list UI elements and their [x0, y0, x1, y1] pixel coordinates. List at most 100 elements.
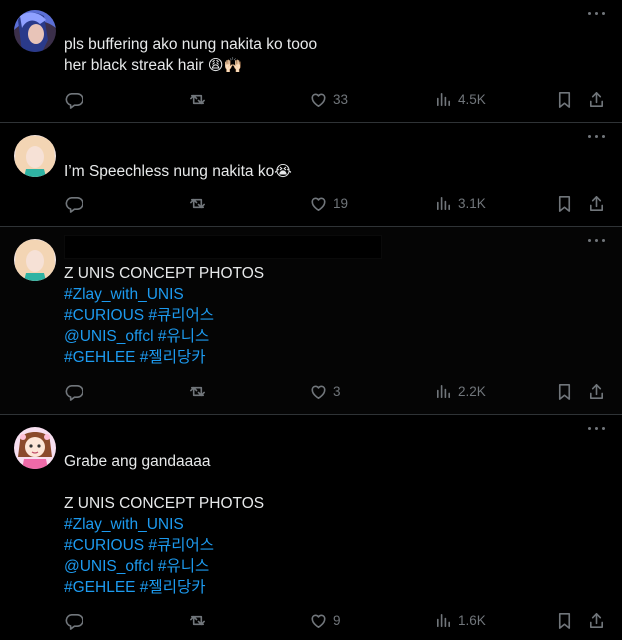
hashtag-link[interactable]: #Zlay_with_UNIS — [64, 516, 184, 533]
like-button[interactable]: 9 — [309, 609, 341, 631]
tweet-text: Grabe ang gandaaaa Z UNIS CONCEPT PHOTOS #… — [64, 451, 264, 598]
tweet-line: #GEHLEE #젤리당카 — [64, 347, 264, 368]
tweet-line: @UNIS_offcl #유니스 — [64, 556, 264, 577]
bookmark-button[interactable] — [555, 380, 574, 402]
more-icon[interactable] — [588, 423, 606, 433]
reply-button[interactable] — [64, 192, 83, 214]
like-button[interactable]: 3 — [309, 380, 341, 402]
reply-button[interactable] — [64, 88, 83, 110]
share-icon — [587, 611, 606, 630]
tweet-text-segment: I’m Speechless nung nakita ko — [64, 163, 275, 180]
reply-icon — [64, 611, 83, 630]
tweet-text-segment: Z UNIS CONCEPT PHOTOS — [64, 265, 265, 282]
bookmark-icon — [555, 611, 574, 630]
likes-count: 9 — [333, 612, 341, 628]
share-icon — [587, 194, 606, 213]
retweet-button[interactable] — [188, 609, 207, 631]
like-button[interactable]: 19 — [309, 192, 348, 214]
tweet-line: #Zlay_with_UNIS — [64, 514, 264, 535]
hashtag-link[interactable]: #Zlay_with_UNIS — [64, 286, 184, 303]
hashtag-link[interactable]: #CURIOUS #큐리어스 — [64, 307, 214, 324]
tweet-line: #CURIOUS #큐리어스 — [64, 535, 264, 556]
avatar[interactable] — [14, 135, 56, 177]
share-icon — [587, 90, 606, 109]
retweet-button[interactable] — [188, 192, 207, 214]
share-button[interactable] — [587, 380, 606, 402]
views-icon — [434, 194, 453, 213]
more-icon[interactable] — [588, 131, 606, 141]
hashtag-link[interactable]: #GEHLEE #젤리당카 — [64, 579, 205, 596]
tweet-line: #CURIOUS #큐리어스 — [64, 305, 264, 326]
emoji: 😩🙌🏻 — [207, 56, 243, 74]
tweet[interactable]: pls buffering ako nung nakita ko tooo her… — [0, 0, 622, 123]
more-icon[interactable] — [588, 235, 606, 245]
emoji: 😭 — [274, 162, 292, 180]
reply-icon — [64, 194, 83, 213]
views-button[interactable]: 1.6K — [434, 609, 486, 631]
avatar[interactable] — [14, 10, 56, 52]
tweet-line: I’m Speechless nung nakita ko😭 — [64, 161, 292, 182]
tweet-text-segment: Grabe ang gandaaaa — [64, 453, 211, 470]
hashtag-link[interactable]: @UNIS_offcl #유니스 — [64, 328, 209, 345]
bookmark-button[interactable] — [555, 609, 574, 631]
bookmark-icon — [555, 194, 574, 213]
bookmark-icon — [555, 90, 574, 109]
views-button[interactable]: 3.1K — [434, 192, 486, 214]
views-button[interactable]: 4.5K — [434, 88, 486, 110]
share-button[interactable] — [587, 192, 606, 214]
reply-button[interactable] — [64, 609, 83, 631]
tweet[interactable]: Grabe ang gandaaaa Z UNIS CONCEPT PHOTOS #… — [0, 415, 622, 640]
likes-count: 33 — [333, 91, 349, 107]
views-count: 3.1K — [458, 195, 486, 211]
tweet-text-segment: her black streak hair — [64, 57, 208, 74]
like-button[interactable]: 33 — [309, 88, 348, 110]
retweet-button[interactable] — [188, 380, 207, 402]
like-icon — [309, 194, 328, 213]
likes-count: 3 — [333, 383, 341, 399]
tweet-text: I’m Speechless nung nakita ko😭 — [64, 161, 292, 182]
tweet-text: Z UNIS CONCEPT PHOTOS #Zlay_with_UNIS #CUR… — [64, 263, 264, 368]
tweet-line: #Zlay_with_UNIS — [64, 284, 264, 305]
tweet-text-segment: pls buffering ako nung nakita ko tooo — [64, 36, 318, 53]
views-button[interactable]: 2.2K — [434, 380, 486, 402]
tweet[interactable]: Z UNIS CONCEPT PHOTOS #Zlay_with_UNIS #CUR… — [0, 227, 622, 415]
tweet-line: pls buffering ako nung nakita ko tooo — [64, 34, 317, 55]
tweet[interactable]: I’m Speechless nung nakita ko😭 19 3.1K — [0, 123, 622, 227]
share-icon — [587, 382, 606, 401]
reply-button[interactable] — [64, 380, 83, 402]
views-icon — [434, 611, 453, 630]
tweet-line: @UNIS_offcl #유니스 — [64, 326, 264, 347]
retweet-icon — [188, 194, 207, 213]
bookmark-button[interactable] — [555, 192, 574, 214]
redacted-name-bar — [64, 235, 382, 259]
share-button[interactable] — [587, 88, 606, 110]
avatar[interactable] — [14, 427, 56, 469]
hashtag-link[interactable]: #GEHLEE #젤리당카 — [64, 349, 205, 366]
tweet-actions: 3 2.2K — [64, 380, 610, 402]
tweet-line: #GEHLEE #젤리당카 — [64, 577, 264, 598]
reply-icon — [64, 382, 83, 401]
views-count: 4.5K — [458, 91, 486, 107]
bookmark-icon — [555, 382, 574, 401]
share-button[interactable] — [587, 609, 606, 631]
hashtag-link[interactable]: #CURIOUS #큐리어스 — [64, 537, 214, 554]
tweet-line: Z UNIS CONCEPT PHOTOS — [64, 493, 264, 514]
bookmark-button[interactable] — [555, 88, 574, 110]
avatar[interactable] — [14, 239, 56, 281]
views-icon — [434, 382, 453, 401]
tweet-line: her black streak hair 😩🙌🏻 — [64, 55, 317, 76]
tweet-text: pls buffering ako nung nakita ko tooo her… — [64, 34, 317, 76]
tweet-line: Z UNIS CONCEPT PHOTOS — [64, 263, 264, 284]
retweet-icon — [188, 382, 207, 401]
tweet-actions: 9 1.6K — [64, 609, 610, 631]
tweet-actions: 33 4.5K — [64, 88, 610, 110]
views-count: 1.6K — [458, 612, 486, 628]
tweet-actions: 19 3.1K — [64, 192, 610, 214]
hashtag-link[interactable]: @UNIS_offcl #유니스 — [64, 558, 209, 575]
more-icon[interactable] — [588, 8, 606, 18]
retweet-icon — [188, 611, 207, 630]
views-count: 2.2K — [458, 383, 486, 399]
retweet-button[interactable] — [188, 88, 207, 110]
reply-icon — [64, 90, 83, 109]
